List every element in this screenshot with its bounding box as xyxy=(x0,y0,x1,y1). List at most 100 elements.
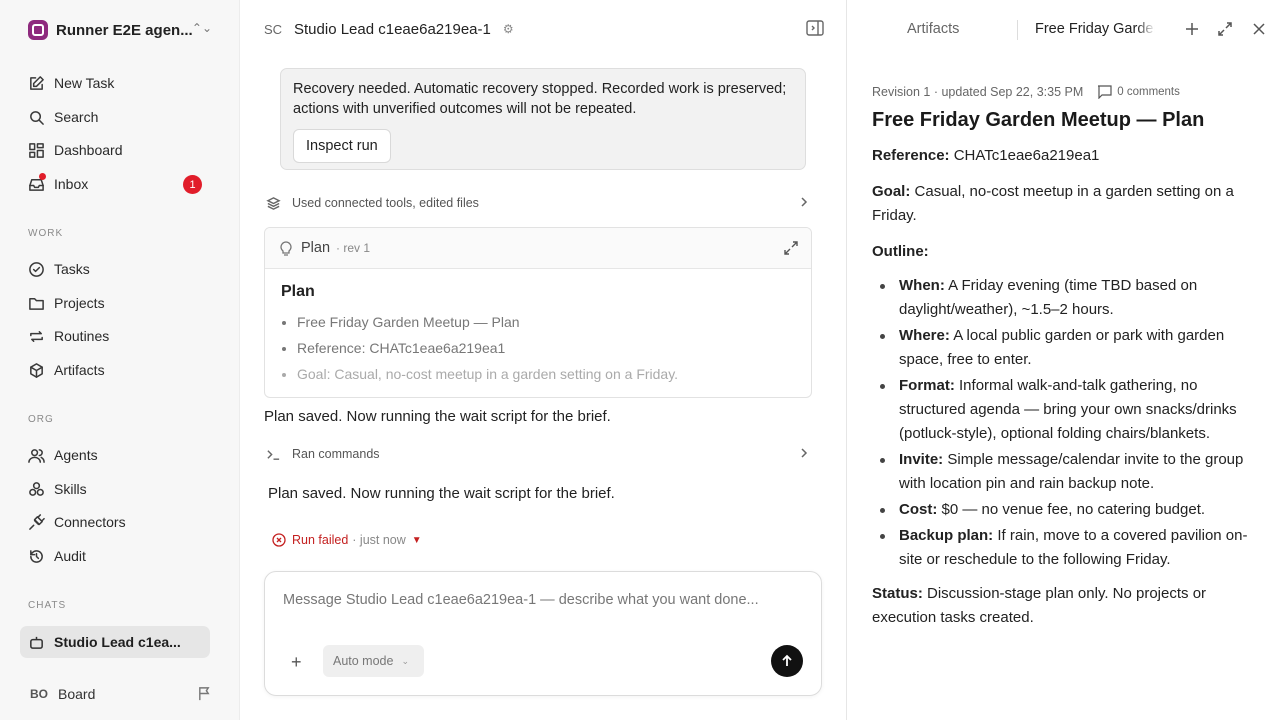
avatar: BO xyxy=(30,687,48,701)
nav-label: Audit xyxy=(54,548,86,564)
outline-label: Outline: xyxy=(872,243,929,260)
flag-icon[interactable] xyxy=(197,686,212,701)
outline-item-label: Invite: xyxy=(899,451,944,468)
mode-select[interactable]: Auto mode ⌄ xyxy=(323,645,424,677)
nav-tasks[interactable]: Tasks xyxy=(28,257,212,281)
nav-label: Dashboard xyxy=(54,142,123,158)
tab-divider xyxy=(1017,20,1018,40)
close-icon[interactable] xyxy=(1250,20,1268,38)
artifact-content: Reference: CHATc1eae6a219ea1 Goal: Casua… xyxy=(872,144,1262,642)
plus-icon[interactable] xyxy=(1183,20,1201,38)
outline-item-text: Simple message/calendar invite to the gr… xyxy=(899,451,1244,492)
plus-icon[interactable]: + xyxy=(291,652,302,673)
chevron-right-icon xyxy=(801,197,808,207)
plan-card-body: Plan Free Friday Garden Meetup — Plan Re… xyxy=(265,269,811,397)
assistant-message: Plan saved. Now running the wait script … xyxy=(268,485,615,502)
tab-active-artifact[interactable]: Free Friday Garden Meetup — Plan xyxy=(1035,21,1155,37)
outline-heading: Outline: xyxy=(872,240,1262,264)
folder-icon xyxy=(29,297,44,310)
message-composer[interactable]: Message Studio Lead c1eae6a219ea-1 — des… xyxy=(264,571,822,696)
chat-item-studio-lead[interactable]: Studio Lead c1ea... xyxy=(20,626,210,658)
section-org: ORG xyxy=(28,414,54,425)
agent-title: Studio Lead c1eae6a219ea-1 xyxy=(294,20,491,38)
artifact-title: Free Friday Garden Meetup — Plan xyxy=(872,109,1205,131)
list-item: Where: A local public garden or park wit… xyxy=(872,324,1262,372)
board-user[interactable]: BO Board xyxy=(30,684,212,704)
nav-artifacts[interactable]: Artifacts xyxy=(28,358,212,382)
nav-label: Skills xyxy=(54,481,87,497)
list-item: Invite: Simple message/calendar invite t… xyxy=(872,448,1262,496)
panel-toggle-icon[interactable] xyxy=(806,20,824,36)
goal-label: Goal: xyxy=(872,183,911,200)
artifact-panel: Artifacts Free Friday Garden Meetup — Pl… xyxy=(846,0,1280,720)
tab-artifacts[interactable]: Artifacts xyxy=(907,21,959,37)
bot-icon xyxy=(30,636,43,649)
chat-header: SC Studio Lead c1eae6a219ea-1 ⚙ xyxy=(264,18,824,40)
nav-label: New Task xyxy=(54,75,115,91)
expand-icon[interactable] xyxy=(783,240,799,256)
status-label: Status: xyxy=(872,585,923,602)
plan-card-header: Plan · rev 1 xyxy=(265,228,811,269)
sidebar: Runner E2E agen... ⌃⌄ New Task Search Da… xyxy=(0,0,240,720)
plan-card-rev: · rev 1 xyxy=(336,241,371,255)
list-item: Goal: Casual, no-cost meetup in a garden… xyxy=(297,361,795,387)
plug-icon xyxy=(29,513,45,530)
nav-label: Projects xyxy=(54,295,105,311)
section-work: WORK xyxy=(28,228,64,239)
list-item: Free Friday Garden Meetup — Plan xyxy=(297,309,795,335)
run-status[interactable]: Run failed · just now ▼ xyxy=(272,531,422,549)
nav-label: Search xyxy=(54,109,99,125)
goal-line: Goal: Casual, no-cost meetup in a garden… xyxy=(872,180,1262,228)
outline-item-label: Format: xyxy=(899,377,955,394)
workspace-switcher[interactable]: Runner E2E agen... ⌃⌄ xyxy=(28,19,212,41)
nav-new-task[interactable]: New Task xyxy=(28,71,212,95)
skills-icon xyxy=(29,481,44,496)
run-status-time: · just now xyxy=(352,533,406,547)
comments-count[interactable]: 0 comments xyxy=(1117,86,1180,98)
chevron-up-down-icon[interactable]: ⌃⌄ xyxy=(192,21,212,35)
reference-line: Reference: CHATc1eae6a219ea1 xyxy=(872,144,1262,168)
board-label: Board xyxy=(58,686,96,702)
plan-card-label: Plan xyxy=(301,240,331,256)
nav-search[interactable]: Search xyxy=(28,105,212,129)
workspace-logo-icon xyxy=(28,20,48,40)
terminal-icon xyxy=(267,449,280,460)
history-icon xyxy=(30,549,43,563)
nav-agents[interactable]: Agents xyxy=(28,443,212,467)
tools-used-row[interactable]: Used connected tools, edited files xyxy=(266,193,812,213)
lightbulb-icon xyxy=(280,241,292,256)
commands-row[interactable]: Ran commands xyxy=(266,444,812,464)
chat-main: SC Studio Lead c1eae6a219ea-1 ⚙ Recovery… xyxy=(240,0,846,720)
nav-audit[interactable]: Audit xyxy=(28,544,212,568)
list-item: Reference: CHATc1eae6a219ea1 xyxy=(297,335,795,361)
list-item: Backup plan: If rain, move to a covered … xyxy=(872,524,1262,572)
plan-heading: Plan xyxy=(281,283,315,300)
list-item: Format: Informal walk-and-talk gathering… xyxy=(872,374,1262,446)
gear-icon[interactable]: ⚙ xyxy=(503,22,514,36)
nav-skills[interactable]: Skills xyxy=(28,477,212,501)
comment-icon[interactable] xyxy=(1097,85,1112,99)
nav-routines[interactable]: Routines xyxy=(28,324,212,348)
nav-label: Agents xyxy=(54,447,98,463)
nav-projects[interactable]: Projects xyxy=(28,291,212,315)
cube-icon xyxy=(30,362,43,378)
status-line: Status: Discussion-stage plan only. No p… xyxy=(872,582,1262,630)
nav-label: Routines xyxy=(54,328,110,344)
commands-label: Ran commands xyxy=(292,447,380,461)
chevron-down-icon: ⌄ xyxy=(401,655,410,666)
check-circle-icon xyxy=(29,261,44,277)
maximize-icon[interactable] xyxy=(1216,20,1234,38)
inspect-run-button[interactable]: Inspect run xyxy=(293,129,391,163)
send-button[interactable] xyxy=(771,645,803,677)
error-circle-icon xyxy=(272,533,286,547)
panel-tabs: Artifacts Free Friday Garden Meetup — Pl… xyxy=(847,0,1280,60)
reference-value: CHATc1eae6a219ea1 xyxy=(953,147,1100,164)
nav-inbox[interactable]: Inbox 1 xyxy=(28,172,212,196)
search-icon xyxy=(30,110,44,125)
nav-connectors[interactable]: Connectors xyxy=(28,510,212,534)
chat-item-label: Studio Lead c1ea... xyxy=(54,634,181,650)
nav-dashboard[interactable]: Dashboard xyxy=(28,138,212,162)
message-input[interactable]: Message Studio Lead c1eae6a219ea-1 — des… xyxy=(283,592,759,608)
status-value: Discussion-stage plan only. No projects … xyxy=(872,585,1207,626)
outline-item-text: $0 — no venue fee, no catering budget. xyxy=(941,501,1206,518)
